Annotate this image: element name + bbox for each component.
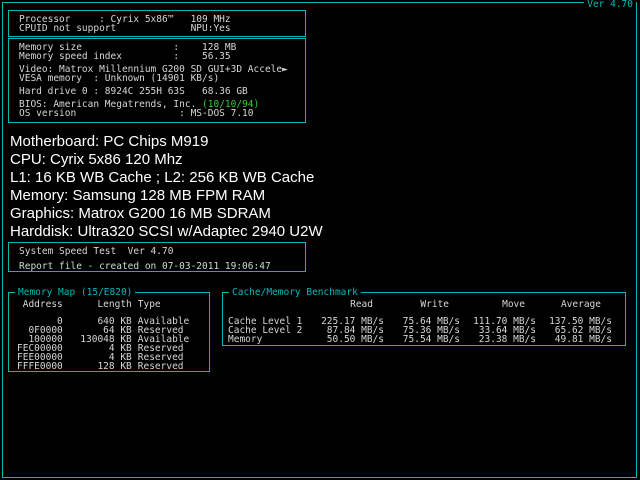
motherboard-line: Motherboard: PC Chips M919 xyxy=(10,133,209,150)
memory-map-title: Memory Map (15/E820) xyxy=(15,288,136,297)
benchmark-read-value: 50.50 MB/s xyxy=(326,334,384,345)
benchmark-header-average: Average xyxy=(560,299,601,310)
benchmark-header-spacer xyxy=(228,300,308,317)
cpu-line: CPU: Cyrix 5x86 120 Mhz xyxy=(10,151,183,168)
processor-info-box: Processor : Cyrix 5x86™ 109 MHz CPUID no… xyxy=(8,10,306,37)
memory-line: Memory: Samsung 128 MB FPM RAM xyxy=(10,187,266,204)
benchmark-average-value: 49.81 MB/s xyxy=(554,334,612,345)
memory-map-header-row: Address Length Type xyxy=(17,300,189,317)
memory-map-type: Reserved xyxy=(137,361,184,372)
benchmark-write-value: 75.54 MB/s xyxy=(402,334,460,345)
memory-map-table: Address Length Type 0 640 KB Available 0… xyxy=(17,300,189,372)
table-row: Memory 50.50 MB/s 75.54 MB/s 23.38 MB/s … xyxy=(228,334,612,345)
harddisk-line: Harddisk: Ultra320 SCSI w/Adaptec 2940 U… xyxy=(10,223,323,240)
memory-map-address: FFFE0000 xyxy=(17,361,63,372)
memory-map-length: 128 KB xyxy=(97,361,132,372)
benchmark-title: Cache/Memory Benchmark xyxy=(229,288,361,297)
cpuid-line: CPUID not support NPU:Yes xyxy=(19,23,231,34)
benchmark-table: Read Write Move Average Cache Level 1 22… xyxy=(228,300,612,345)
hard-drive-line: Hard drive 0 : 8924C 255H 63S 68.36 GB xyxy=(19,86,248,97)
table-row: FFFE0000 128 KB Reserved xyxy=(17,361,189,372)
benchmark-header-read: Read xyxy=(350,299,373,310)
benchmark-header-row: Read Write Move Average xyxy=(228,300,612,317)
system-summary-annotation: Motherboard: PC Chips M919 CPU: Cyrix 5x… xyxy=(10,133,323,241)
report-info-box: System Speed Test Ver 4.70 Report file -… xyxy=(8,242,306,272)
vesa-line: VESA memory : Unknown (14901 KB/s) xyxy=(19,73,220,84)
benchmark-header-write: Write xyxy=(420,299,449,310)
memory-map-header-type: Type xyxy=(137,299,161,310)
drive-info-group: Hard drive 0 : 8924C 255H 63S 68.36 GB xyxy=(19,86,305,97)
memory-speed-line: Memory speed index : 56.35 xyxy=(19,51,231,62)
speed-test-title-line: System Speed Test Ver 4.70 xyxy=(19,246,174,257)
video-info-group: Video: Matrox Millennium G200 SD GUI+3D … xyxy=(19,65,305,84)
benchmark-move-value: 23.38 MB/s xyxy=(478,334,536,345)
memory-map-header-address: Address xyxy=(22,299,63,310)
memory-map-box: Memory Map (15/E820) Address Length Type… xyxy=(8,288,210,372)
benchmark-header-move: Move xyxy=(502,299,525,310)
bios-info-group: BIOS: American Megatrends, Inc. (10/10/9… xyxy=(19,100,305,119)
cache-line: L1: 16 KB WB Cache ; L2: 256 KB WB Cache xyxy=(10,169,315,186)
memory-info-group: Memory size : 128 MB Memory speed index … xyxy=(19,43,305,62)
os-version-line: OS version : MS-DOS 7.10 xyxy=(19,108,254,119)
version-label: Ver 4.70 xyxy=(584,0,636,9)
speedsys-screen: Ver 4.70 Processor : Cyrix 5x86™ 109 MHz… xyxy=(0,0,640,480)
benchmark-row-label: Memory xyxy=(228,334,263,345)
memory-map-header-length: Length xyxy=(97,299,132,310)
system-info-box: Memory size : 128 MB Memory speed index … xyxy=(8,38,306,123)
graphics-line: Graphics: Matrox G200 16 MB SDRAM xyxy=(10,205,271,222)
cache-memory-benchmark-box: Cache/Memory Benchmark Read Write Move A… xyxy=(222,288,626,346)
report-created-line: Report file - created on 07-03-2011 19:0… xyxy=(19,261,271,272)
